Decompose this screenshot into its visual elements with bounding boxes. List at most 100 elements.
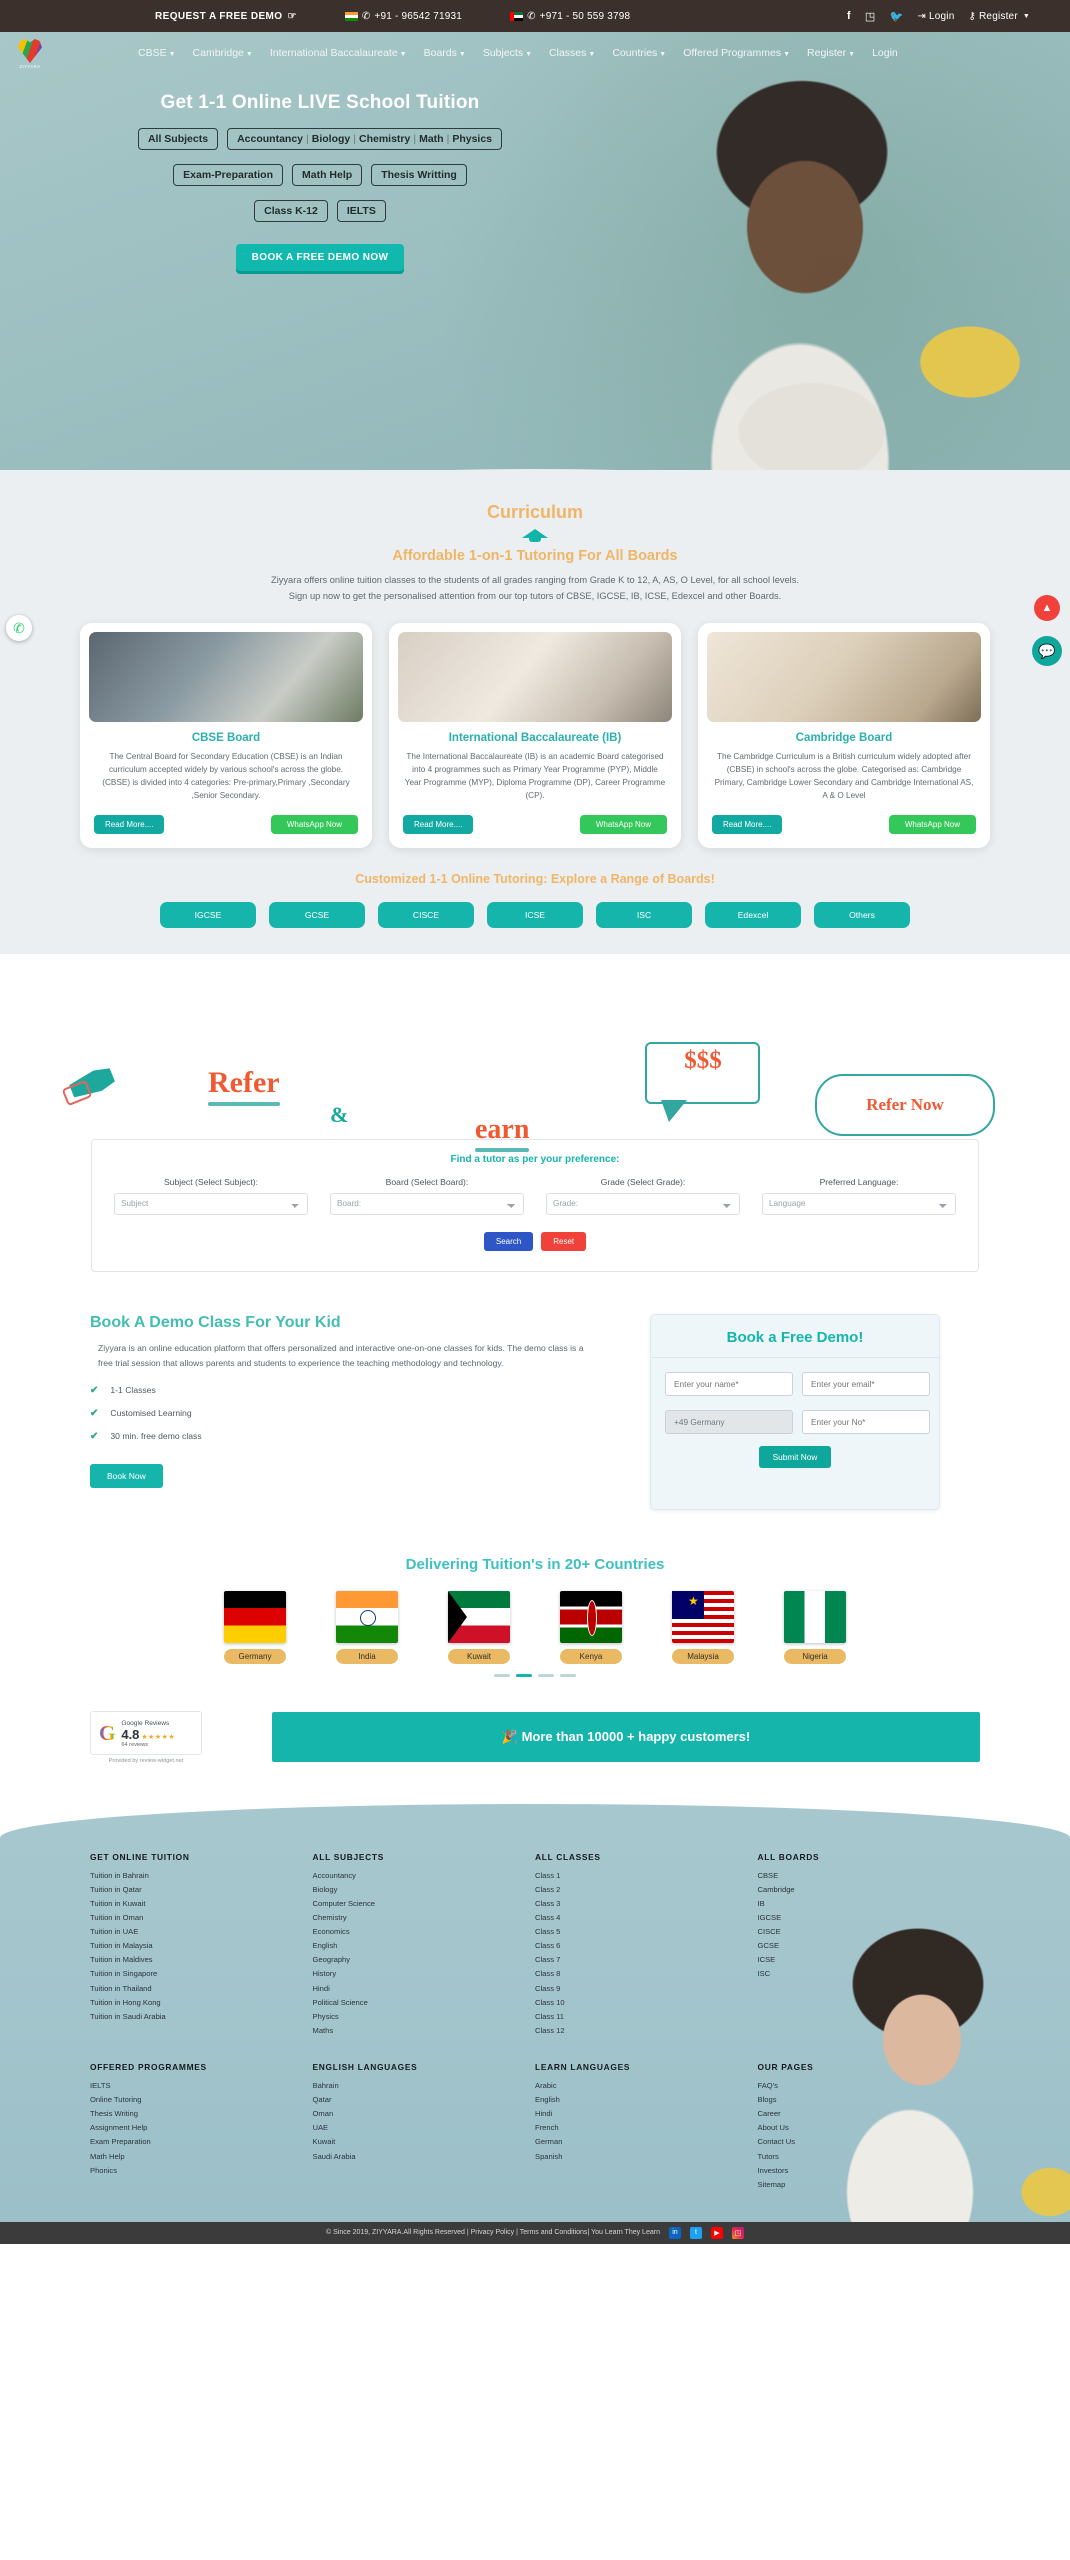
card-cbse-read-more[interactable]: Read More.... bbox=[94, 814, 165, 834]
footer-link[interactable]: Class 4 bbox=[535, 1911, 758, 1925]
nav-item-subjects[interactable]: Subjects ▼ bbox=[483, 47, 532, 59]
footer-link[interactable]: Blogs bbox=[758, 2093, 981, 2107]
card-ib[interactable]: International Baccalaureate (IB) The Int… bbox=[389, 622, 681, 848]
happy-customers-button[interactable]: 🎉 More than 10000 + happy customers! bbox=[272, 1712, 980, 1763]
footer-link[interactable]: Bahrain bbox=[313, 2079, 536, 2093]
card-ib-whatsapp[interactable]: WhatsApp Now bbox=[579, 814, 667, 834]
board-button-others[interactable]: Others bbox=[814, 901, 910, 928]
footer-link[interactable]: Tuition in Oman bbox=[90, 1911, 313, 1925]
nav-item-countries[interactable]: Countries ▼ bbox=[612, 47, 666, 59]
footer-link[interactable]: Tuition in Malaysia bbox=[90, 1939, 313, 1953]
language-select[interactable]: Language bbox=[762, 1192, 956, 1215]
footer-link[interactable]: Qatar bbox=[313, 2093, 536, 2107]
footer-link[interactable]: Tutors bbox=[758, 2150, 981, 2164]
card-cambridge-read-more[interactable]: Read More.... bbox=[712, 814, 783, 834]
footer-link[interactable]: Computer Science bbox=[313, 1897, 536, 1911]
country-india[interactable]: India bbox=[336, 1590, 398, 1664]
footer-link[interactable]: Class 3 bbox=[535, 1897, 758, 1911]
board-button-igcse[interactable]: IGCSE bbox=[160, 901, 256, 928]
footer-link[interactable]: Phonics bbox=[90, 2164, 313, 2178]
nav-item-cambridge[interactable]: Cambridge ▼ bbox=[193, 47, 253, 59]
footer-link[interactable]: IGCSE bbox=[758, 1911, 981, 1925]
carousel-next-arrow-icon[interactable]: › bbox=[956, 1628, 962, 1649]
card-cbse-whatsapp[interactable]: WhatsApp Now bbox=[270, 814, 358, 834]
footer-link[interactable]: Sitemap bbox=[758, 2178, 981, 2192]
instagram-icon[interactable]: ◳ bbox=[865, 10, 876, 23]
footer-link[interactable]: Economics bbox=[313, 1925, 536, 1939]
footer-link[interactable]: Tuition in Bahrain bbox=[90, 1869, 313, 1883]
footer-link[interactable]: Class 11 bbox=[535, 2010, 758, 2024]
pill-subject-group[interactable]: Accountancy | Biology | Chemistry | Math | Physi… bbox=[227, 128, 503, 150]
footer-link[interactable]: Tuition in Saudi Arabia bbox=[90, 2010, 313, 2024]
pill-all-subjects[interactable]: All Subjects bbox=[137, 128, 219, 150]
footer-link[interactable]: Biology bbox=[313, 1883, 536, 1897]
footer-link[interactable]: Class 12 bbox=[535, 2024, 758, 2038]
nav-item-register[interactable]: Register ▼ bbox=[807, 47, 855, 59]
card-ib-read-more[interactable]: Read More.... bbox=[403, 814, 474, 834]
twitter-icon[interactable]: 🐦 bbox=[890, 10, 904, 23]
footer-link[interactable]: Class 8 bbox=[535, 1967, 758, 1981]
chat-float-button[interactable]: 💬 bbox=[1032, 636, 1062, 666]
carousel-dot-3[interactable] bbox=[538, 1673, 554, 1677]
grade-select[interactable]: Grade: bbox=[546, 1192, 740, 1215]
carousel-dot-4[interactable] bbox=[560, 1673, 576, 1677]
footer-link[interactable]: Tuition in UAE bbox=[90, 1925, 313, 1939]
book-free-demo-button[interactable]: BOOK A FREE DEMO NOW bbox=[235, 244, 405, 271]
footer-link[interactable]: Class 7 bbox=[535, 1953, 758, 1967]
footer-link[interactable]: English bbox=[535, 2093, 758, 2107]
country-germany[interactable]: Germany bbox=[224, 1590, 286, 1664]
nav-item-cbse[interactable]: CBSE ▼ bbox=[138, 47, 176, 59]
board-button-isc[interactable]: ISC bbox=[596, 901, 692, 928]
footer-link[interactable]: Class 1 bbox=[535, 1869, 758, 1883]
instagram-icon[interactable]: ◳ bbox=[731, 2226, 744, 2239]
subject-select[interactable]: Subject bbox=[114, 1192, 308, 1215]
footer-link[interactable]: IELTS bbox=[90, 2079, 313, 2093]
phone-input[interactable] bbox=[802, 1409, 930, 1434]
footer-link[interactable]: Class 9 bbox=[535, 1982, 758, 1996]
footer-link[interactable]: Chemistry bbox=[313, 1911, 536, 1925]
footer-link[interactable]: Tuition in Maldives bbox=[90, 1953, 313, 1967]
footer-link[interactable]: Class 2 bbox=[535, 1883, 758, 1897]
card-cambridge-whatsapp[interactable]: WhatsApp Now bbox=[888, 814, 976, 834]
phone-uae[interactable]: ✆ +971 - 50 559 3798 bbox=[510, 11, 630, 22]
footer-link[interactable]: Accountancy bbox=[313, 1869, 536, 1883]
footer-link[interactable]: Physics bbox=[313, 2010, 536, 2024]
footer-link[interactable]: Tuition in Hong Kong bbox=[90, 1996, 313, 2010]
card-cbse[interactable]: CBSE Board The Central Board for Seconda… bbox=[80, 622, 372, 848]
footer-link[interactable]: Career bbox=[758, 2107, 981, 2121]
login-link-top[interactable]: ⇥ Login bbox=[917, 11, 954, 22]
board-select[interactable]: Board: bbox=[330, 1192, 524, 1215]
footer-link[interactable]: Saudi Arabia bbox=[313, 2150, 536, 2164]
footer-link[interactable]: Tuition in Thailand bbox=[90, 1982, 313, 1996]
board-button-icse[interactable]: ICSE bbox=[487, 901, 583, 928]
footer-link[interactable]: French bbox=[535, 2121, 758, 2135]
scroll-to-top-button[interactable]: ▲ bbox=[1034, 595, 1060, 621]
nav-item-login[interactable]: Login bbox=[872, 47, 898, 59]
google-reviews-widget[interactable]: G Google Reviews 4.8 ★★★★★ 64 reviews bbox=[90, 1710, 202, 1755]
footer-link[interactable]: Kuwait bbox=[313, 2135, 536, 2149]
footer-link[interactable]: Arabic bbox=[535, 2079, 758, 2093]
footer-link[interactable]: English bbox=[313, 1939, 536, 1953]
facebook-icon[interactable]: 𝐟 bbox=[847, 10, 851, 23]
footer-link[interactable]: CBSE bbox=[758, 1869, 981, 1883]
carousel-dot-2[interactable] bbox=[516, 1673, 532, 1677]
pill-thesis-writing[interactable]: Thesis Writting bbox=[371, 164, 467, 186]
carousel-dot-1[interactable] bbox=[494, 1673, 510, 1677]
whatsapp-float-button[interactable]: ✆ bbox=[6, 615, 32, 641]
ziyyara-logo[interactable]: ZIYYARA bbox=[14, 38, 46, 69]
footer-link[interactable]: Online Tutoring bbox=[90, 2093, 313, 2107]
board-button-gcse[interactable]: GCSE bbox=[269, 901, 365, 928]
pill-exam-preparation[interactable]: Exam-Preparation bbox=[173, 164, 284, 186]
nav-item-classes[interactable]: Classes ▼ bbox=[549, 47, 595, 59]
pill-class-k12[interactable]: Class K-12 bbox=[254, 200, 328, 222]
footer-link[interactable]: Maths bbox=[313, 2024, 536, 2038]
name-input[interactable] bbox=[665, 1371, 793, 1396]
pill-ielts[interactable]: IELTS bbox=[336, 200, 386, 222]
footer-link[interactable]: Thesis Writing bbox=[90, 2107, 313, 2121]
country-malaysia[interactable]: Malaysia bbox=[672, 1590, 734, 1664]
nav-item-offered-programmes[interactable]: Offered Programmes ▼ bbox=[683, 47, 790, 59]
linkedin-icon[interactable]: in bbox=[668, 2226, 681, 2239]
twitter-icon[interactable]: t bbox=[689, 2226, 702, 2239]
pill-math-help[interactable]: Math Help bbox=[292, 164, 363, 186]
nav-item-boards[interactable]: Boards ▼ bbox=[424, 47, 466, 59]
